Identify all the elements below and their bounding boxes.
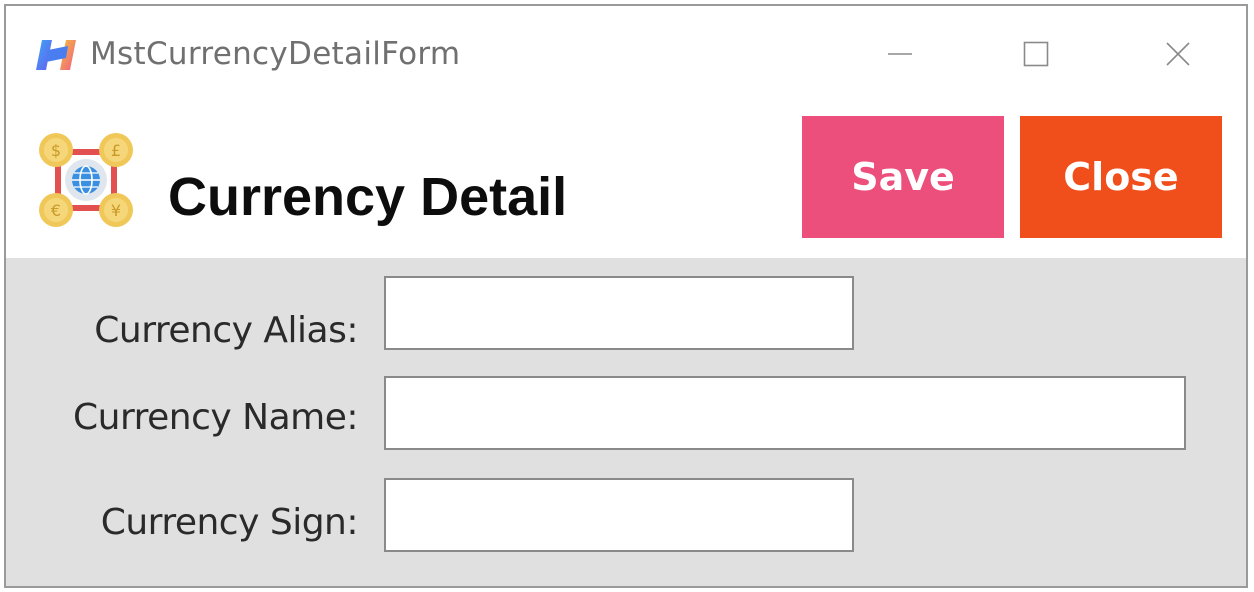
currency-exchange-icon: $ £ € ¥ bbox=[39, 133, 133, 227]
minimize-button[interactable] bbox=[870, 26, 930, 82]
close-icon bbox=[1166, 42, 1190, 66]
currency-name-label: Currency Name: bbox=[73, 397, 358, 438]
currency-sign-input[interactable] bbox=[384, 478, 854, 552]
svg-text:¥: ¥ bbox=[111, 201, 121, 220]
currency-alias-input[interactable] bbox=[384, 276, 854, 350]
maximize-icon bbox=[1023, 41, 1049, 67]
form-panel: Currency Alias: Currency Name: Currency … bbox=[6, 258, 1246, 586]
svg-text:$: $ bbox=[51, 141, 61, 160]
app-logo-icon bbox=[36, 40, 76, 70]
svg-text:£: £ bbox=[111, 141, 121, 160]
header-panel: $ £ € ¥ Currency Detail Save Close bbox=[6, 102, 1246, 258]
close-button[interactable]: Close bbox=[1020, 116, 1222, 238]
maximize-button[interactable] bbox=[1006, 26, 1066, 82]
title-bar: MstCurrencyDetailForm bbox=[6, 6, 1246, 102]
window-close-button[interactable] bbox=[1148, 26, 1208, 82]
window-title: MstCurrencyDetailForm bbox=[90, 36, 461, 72]
svg-text:€: € bbox=[51, 201, 61, 220]
currency-sign-label: Currency Sign: bbox=[100, 502, 359, 543]
save-button[interactable]: Save bbox=[802, 116, 1004, 238]
minimize-icon bbox=[888, 53, 912, 55]
currency-alias-label: Currency Alias: bbox=[94, 310, 358, 351]
page-title: Currency Detail bbox=[168, 167, 568, 227]
window: MstCurrencyDetailForm $ £ € ¥ Currency D… bbox=[4, 4, 1248, 588]
currency-name-input[interactable] bbox=[384, 376, 1186, 450]
